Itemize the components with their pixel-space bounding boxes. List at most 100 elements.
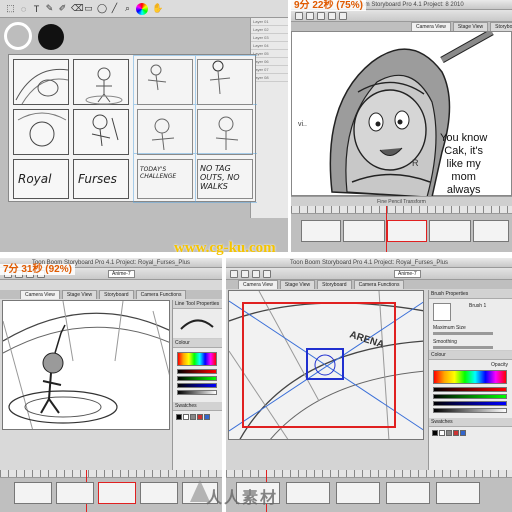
save-icon[interactable] <box>252 269 260 278</box>
swatch[interactable] <box>439 430 445 436</box>
shape-tool-icon[interactable]: ▭ <box>84 3 93 14</box>
white-brush-preset[interactable] <box>4 22 32 50</box>
black-brush-preset[interactable] <box>38 24 64 50</box>
open-icon[interactable] <box>241 269 249 278</box>
tab-camera-view[interactable]: Camera View <box>411 22 451 31</box>
preset-dropdown[interactable]: Anime-7 <box>108 269 135 278</box>
panel-thumbnail[interactable] <box>14 482 52 504</box>
undo-icon[interactable] <box>328 11 336 20</box>
smoothing-label: Smoothing <box>433 339 457 345</box>
window-title: Toon Boom Storyboard Pro 4.1 Project: Ro… <box>226 258 512 268</box>
tab-camera-functions[interactable]: Camera Functions <box>135 290 187 299</box>
tab-storyboard[interactable]: Storyboard <box>490 22 512 31</box>
colour-spectrum[interactable] <box>433 370 507 384</box>
swatch[interactable] <box>176 414 182 420</box>
panel-thumbnail[interactable] <box>429 220 471 242</box>
speech-line: You know <box>440 132 488 144</box>
alpha-slider[interactable] <box>433 408 507 413</box>
max-size-label: Maximum Size <box>433 325 466 331</box>
panel-thumbnail[interactable] <box>336 482 380 504</box>
swatch[interactable] <box>197 414 203 420</box>
panel-thumbnail[interactable] <box>473 220 509 242</box>
red-slider[interactable] <box>177 369 217 374</box>
swatches-header: Swatches <box>173 402 222 411</box>
eraser-tool-icon[interactable]: ⌫ <box>71 3 84 14</box>
zoom-tool-icon[interactable]: ⌕ <box>123 3 132 14</box>
text-tool-icon[interactable]: T <box>32 4 41 14</box>
brush-preview-icon[interactable] <box>433 303 451 321</box>
panel-thumbnail[interactable] <box>301 220 341 242</box>
layer-item[interactable]: Layer 02 <box>251 26 288 34</box>
blue-slider[interactable] <box>177 383 217 388</box>
layer-item[interactable]: Layer 04 <box>251 42 288 50</box>
alpha-slider[interactable] <box>177 390 217 395</box>
svg-text:R: R <box>412 158 419 168</box>
drawing-canvas[interactable] <box>2 300 170 430</box>
panel-thumbnail-selected[interactable] <box>98 482 136 504</box>
opacity-label: Opacity <box>491 362 508 368</box>
arena-sign-text: ARENA <box>348 329 385 350</box>
tab-stage-view[interactable]: Stage View <box>452 22 489 31</box>
sketch-panel <box>73 59 129 105</box>
max-size-slider[interactable] <box>433 332 493 335</box>
swatch[interactable] <box>446 430 452 436</box>
save-icon[interactable] <box>317 11 325 20</box>
timeline-ruler[interactable] <box>291 206 512 214</box>
swatch[interactable] <box>460 430 466 436</box>
select-tool-icon[interactable]: ⬚ <box>6 3 15 14</box>
tab-camera-functions[interactable]: Camera Functions <box>353 280 405 289</box>
speech-line: mom <box>451 171 476 183</box>
brush-tool-icon[interactable]: ✐ <box>58 3 67 14</box>
swatch[interactable] <box>183 414 189 420</box>
panel-thumbnail[interactable] <box>436 482 480 504</box>
swatch[interactable] <box>432 430 438 436</box>
tab-storyboard[interactable]: Storyboard <box>317 280 352 289</box>
figure-sketch <box>151 118 175 151</box>
drawing-toolbar: ⬚ ◌ T ✎ ✐ ⌫ ▭ ◯ ╱ ⌕ ✋ <box>0 0 288 18</box>
pencil-tool-icon[interactable]: ✎ <box>45 3 54 14</box>
swatch[interactable] <box>190 414 196 420</box>
colour-header: Colour <box>429 351 512 360</box>
drawing-canvas[interactable]: vi.. R You know Cak, it's like my mom al… <box>291 28 512 209</box>
hand-tool-icon[interactable]: ✋ <box>152 3 163 14</box>
view-tabs: Camera View Stage View Storyboard Camera… <box>226 280 512 289</box>
line-style-preview[interactable] <box>173 309 222 339</box>
tab-camera-view[interactable]: Camera View <box>238 280 278 289</box>
panel-thumbnail[interactable] <box>140 482 178 504</box>
tab-stage-view[interactable]: Stage View <box>279 280 316 289</box>
red-slider[interactable] <box>433 387 507 392</box>
layer-item[interactable]: Layer 01 <box>251 18 288 26</box>
tab-camera-view[interactable]: Camera View <box>20 290 60 299</box>
tab-storyboard[interactable]: Storyboard <box>99 290 134 299</box>
panel-thumbnail[interactable] <box>386 482 430 504</box>
arena-character-drawing <box>3 301 169 429</box>
redo-icon[interactable] <box>339 11 347 20</box>
green-slider[interactable] <box>433 394 507 399</box>
preset-dropdown[interactable]: Anime-7 <box>394 269 421 278</box>
open-icon[interactable] <box>306 11 314 20</box>
lasso-tool-icon[interactable]: ◌ <box>19 4 28 14</box>
caption-challenge: TODAY'S CHALLENGE <box>140 166 177 180</box>
new-icon[interactable] <box>295 11 303 20</box>
ellipse-tool-icon[interactable]: ◯ <box>97 3 107 14</box>
drawing-canvas[interactable]: ARENA <box>228 290 424 440</box>
line-tool-icon[interactable]: ╱ <box>110 3 119 14</box>
swatch[interactable] <box>453 430 459 436</box>
color-wheel-icon[interactable] <box>136 2 148 15</box>
swatch[interactable] <box>204 414 210 420</box>
figure-sketch <box>209 60 231 95</box>
colour-spectrum[interactable] <box>177 352 217 366</box>
panel-thumbnail[interactable] <box>343 220 385 242</box>
panel-thumbnail-selected[interactable] <box>387 220 427 242</box>
blue-slider[interactable] <box>433 401 507 406</box>
watermark-logo-text: 人人素材 <box>206 490 279 507</box>
tab-stage-view[interactable]: Stage View <box>61 290 98 299</box>
caption-royal: Royal <box>18 172 52 186</box>
panel-thumbnail[interactable] <box>56 482 94 504</box>
green-slider[interactable] <box>177 376 217 381</box>
undo-icon[interactable] <box>263 269 271 278</box>
properties-header: Line Tool Properties <box>173 300 222 309</box>
layer-item[interactable]: Layer 03 <box>251 34 288 42</box>
smoothing-slider[interactable] <box>433 346 493 349</box>
new-icon[interactable] <box>230 269 238 278</box>
